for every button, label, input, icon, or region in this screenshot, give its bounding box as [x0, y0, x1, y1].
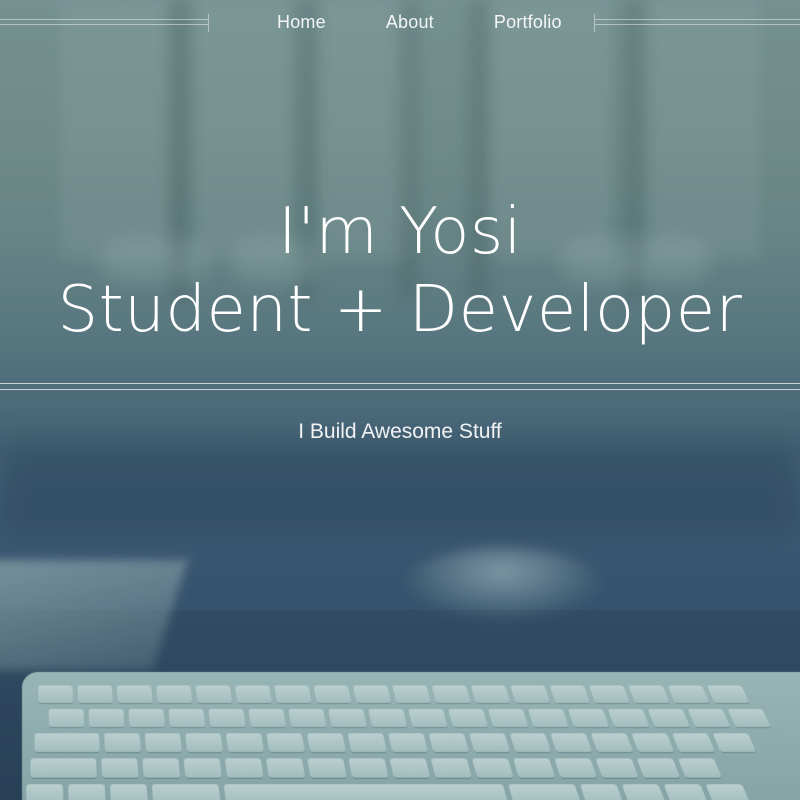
nav-link-home[interactable]: Home — [277, 10, 326, 34]
nav-divider-left — [0, 14, 209, 32]
hero-subtitle: I Build Awesome Stuff — [298, 420, 502, 443]
hero-title: I'm Yosi Student + Developer — [0, 193, 800, 349]
background-overlay — [0, 0, 800, 800]
nav-link-portfolio[interactable]: Portfolio — [494, 10, 562, 34]
nav-link-about[interactable]: About — [386, 10, 434, 34]
hero-title-role: Student + Developer — [57, 273, 743, 347]
top-navigation: Home About Portfolio — [0, 0, 800, 46]
hero-title-name: I'm Yosi — [277, 195, 523, 269]
nav-links: Home About Portfolio — [248, 10, 622, 34]
hero-divider — [0, 383, 800, 390]
nav-divider-right — [594, 14, 800, 32]
